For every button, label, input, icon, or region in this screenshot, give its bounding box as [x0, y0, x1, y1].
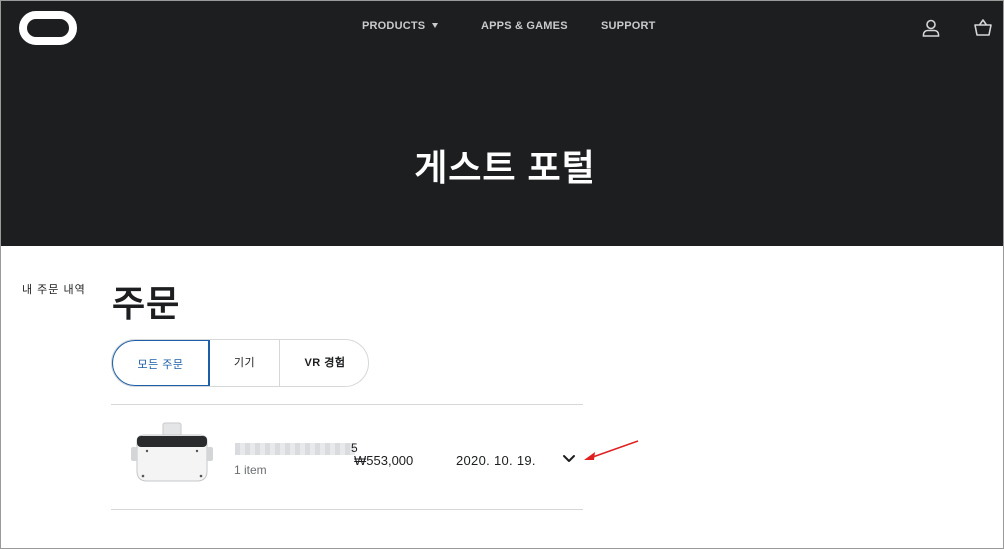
divider [111, 509, 583, 510]
order-filter-tabs: 모든 주문 기기 VR 경험 [111, 339, 369, 387]
user-icon[interactable] [921, 18, 941, 38]
sidebar-link-my-orders[interactable]: 내 주문 내역 [22, 281, 86, 297]
order-date: 2020. 10. 19. [456, 453, 536, 468]
product-name-redacted [235, 443, 355, 455]
tab-devices[interactable]: 기기 [210, 340, 280, 386]
order-price: ₩553,000 [354, 453, 414, 468]
nav-apps-games[interactable]: APPS & GAMES [481, 20, 568, 32]
top-nav: PRODUCTS APPS & GAMES SUPPORT [1, 20, 1003, 36]
red-arrow-annotation [584, 440, 639, 460]
chevron-down-icon[interactable] [562, 453, 576, 465]
tab-vr-experiences[interactable]: VR 경험 [280, 340, 368, 386]
nav-products-label: PRODUCTS [362, 20, 426, 32]
page-title: 주문 [112, 283, 181, 324]
item-count: 1 item [234, 463, 267, 477]
hero-banner: PRODUCTS APPS & GAMES SUPPORT 게스트 포털 [1, 1, 1003, 246]
nav-support[interactable]: SUPPORT [601, 20, 656, 32]
headset-product-image [131, 422, 213, 482]
tab-all-orders[interactable]: 모든 주문 [112, 340, 210, 386]
nav-products[interactable]: PRODUCTS [362, 20, 439, 32]
cart-icon[interactable] [973, 18, 993, 38]
caret-down-icon [432, 23, 439, 28]
order-row: 5 1 item ₩553,000 2020. 10. 19. [111, 405, 583, 509]
page-hero-title: 게스트 포털 [414, 147, 596, 188]
